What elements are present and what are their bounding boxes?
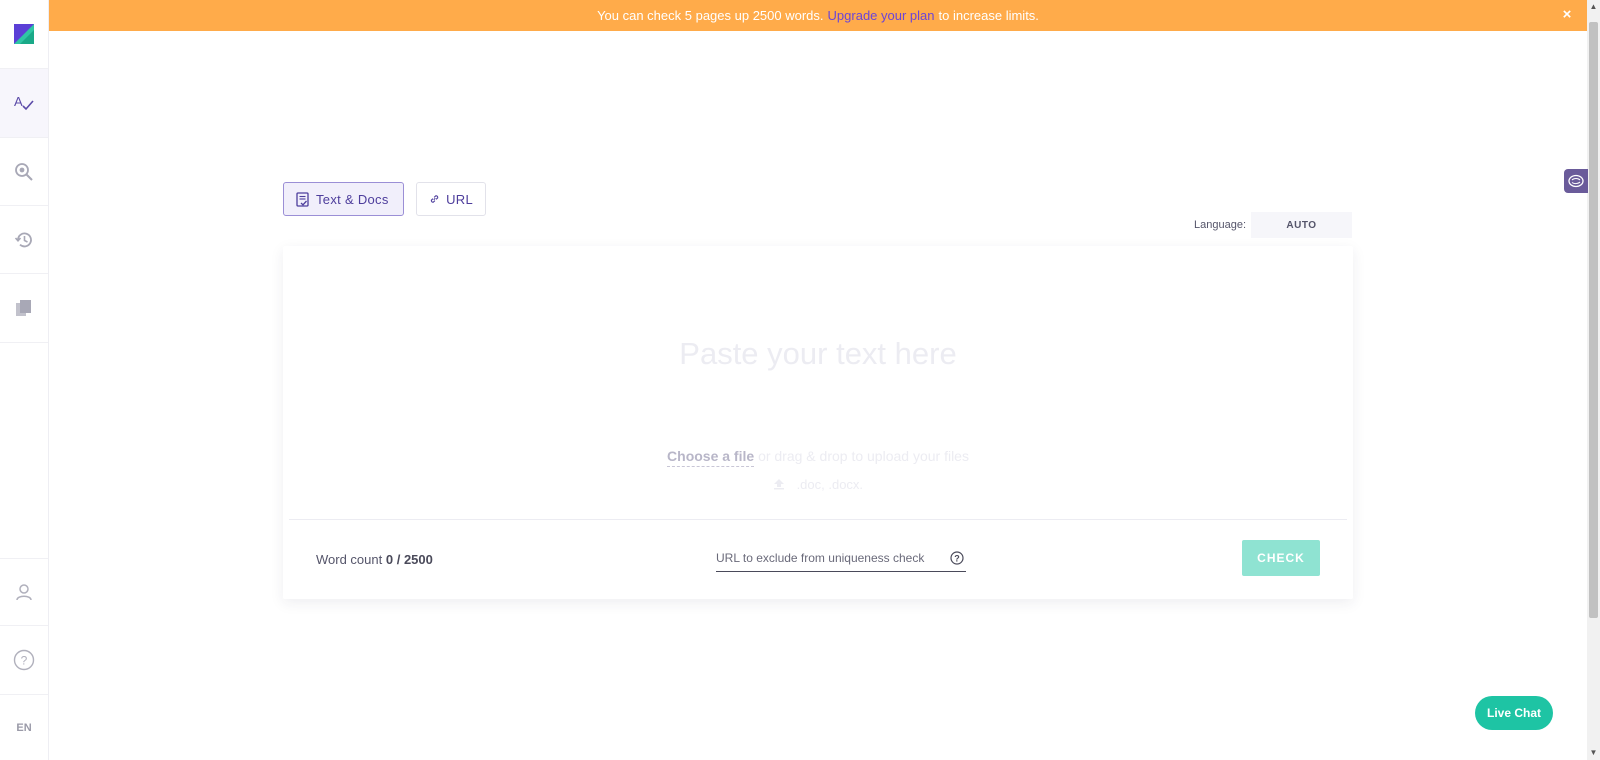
scroll-up-arrow-icon[interactable]: ▲ (1587, 0, 1600, 14)
editor-card: Paste your text here Choose a file or dr… (283, 246, 1353, 599)
choose-file-link[interactable]: Choose a file (667, 448, 755, 467)
side-widget-button[interactable] (1564, 169, 1588, 193)
tab-label: URL (446, 191, 473, 207)
upgrade-banner: You can check 5 pages up 2500 words. Upg… (49, 0, 1587, 31)
banner-close-button[interactable]: × (1559, 7, 1575, 23)
svg-text:?: ? (21, 654, 28, 668)
user-icon (16, 584, 32, 601)
scrollbar[interactable]: ▲ ▼ (1587, 0, 1600, 760)
history-icon (14, 232, 32, 247)
tab-label: Text & Docs (316, 191, 389, 207)
upgrade-plan-link[interactable]: Upgrade your plan (828, 8, 935, 23)
upload-icon (773, 479, 784, 490)
sidebar-item-library[interactable] (0, 274, 48, 343)
sidebar-item-spell-check[interactable]: A (0, 69, 48, 138)
sidebar-item-search[interactable] (0, 138, 48, 206)
logo-icon (14, 24, 34, 44)
word-count-label: Word count (316, 552, 383, 567)
scroll-thumb[interactable] (1589, 22, 1598, 618)
sidebar: A ? EN (0, 0, 49, 760)
scroll-down-arrow-icon[interactable]: ▼ (1587, 746, 1600, 760)
check-button[interactable]: CHECK (1242, 540, 1320, 576)
live-chat-button[interactable]: Live Chat (1475, 696, 1553, 730)
spell-check-icon: A (14, 94, 34, 111)
language-select[interactable]: AUTO (1251, 212, 1352, 238)
sidebar-item-account[interactable] (0, 558, 48, 626)
banner-text-after: to increase limits. (938, 8, 1039, 23)
logo[interactable] (0, 0, 48, 69)
help-circle-icon: ? (13, 649, 35, 671)
language-label: Language: (1194, 219, 1246, 231)
sidebar-item-help[interactable]: ? (0, 626, 48, 695)
word-count-value: 0 / 2500 (385, 552, 433, 567)
tab-text-docs[interactable]: Text & Docs (283, 182, 404, 216)
banner-text: You can check 5 pages up 2500 words. (597, 8, 824, 23)
search-icon (15, 162, 33, 181)
upload-hint: Choose a file or drag & drop to upload y… (283, 448, 1353, 467)
sidebar-item-history[interactable] (0, 206, 48, 274)
brain-icon (1568, 174, 1584, 188)
document-check-icon (296, 191, 309, 207)
word-count: Word count 0 / 2500 (316, 552, 433, 567)
help-icon[interactable]: ? (950, 551, 964, 565)
svg-text:A: A (14, 94, 23, 109)
file-types: .doc, .docx. (283, 477, 1353, 492)
divider (289, 519, 1347, 520)
svg-text:?: ? (954, 553, 960, 563)
tab-url[interactable]: URL (416, 182, 486, 216)
library-icon (16, 300, 31, 316)
language-switcher[interactable]: EN (0, 695, 48, 760)
exclude-url-input[interactable] (716, 544, 966, 572)
upload-hint-text: or drag & drop to upload your files (758, 448, 969, 464)
file-types-text: .doc, .docx. (796, 477, 864, 492)
link-icon (430, 195, 439, 203)
editor-textarea[interactable]: Paste your text here (283, 336, 1353, 372)
